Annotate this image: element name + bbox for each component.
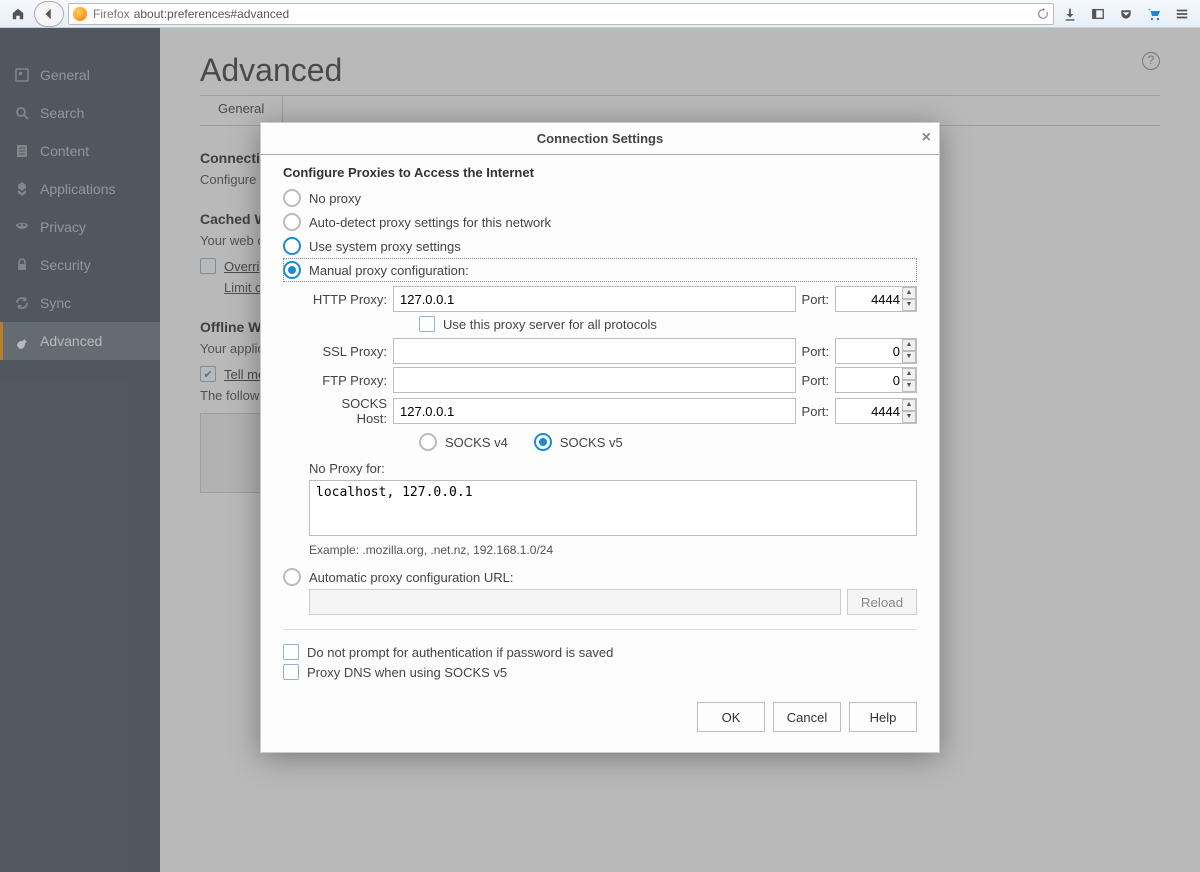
radio-manual[interactable]: Manual proxy configuration:	[283, 258, 917, 282]
modal-title: Connection Settings	[537, 131, 663, 146]
proxy-dns-checkbox[interactable]	[283, 664, 299, 680]
reload-button: Reload	[847, 589, 917, 615]
close-icon[interactable]: ×	[922, 129, 931, 147]
spinner-icon[interactable]: ▲▼	[902, 287, 916, 311]
radio-icon	[283, 237, 301, 255]
socks4-label: SOCKS v4	[445, 435, 508, 450]
ok-button[interactable]: OK	[697, 702, 765, 732]
use-all-label: Use this proxy server for all protocols	[443, 317, 657, 332]
radio-icon	[283, 189, 301, 207]
modal-overlay: Connection Settings × Configure Proxies …	[0, 28, 1200, 872]
radio-no-proxy[interactable]: No proxy	[283, 186, 917, 210]
radio-icon	[283, 261, 301, 279]
port-label: Port:	[802, 292, 829, 307]
proxy-grid: HTTP Proxy: Port: ▲▼ Use this proxy serv…	[309, 286, 917, 459]
radio-label: Manual proxy configuration:	[309, 263, 469, 278]
spinner-icon[interactable]: ▲▼	[902, 399, 916, 423]
no-prompt-checkbox[interactable]	[283, 644, 299, 660]
use-all-checkbox[interactable]	[419, 316, 435, 332]
radio-system[interactable]: Use system proxy settings	[283, 234, 917, 258]
socks5-label: SOCKS v5	[560, 435, 623, 450]
modal-section-title: Configure Proxies to Access the Internet	[283, 165, 917, 180]
menu-icon[interactable]	[1170, 3, 1194, 25]
ssl-proxy-input[interactable]	[393, 338, 796, 364]
no-prompt-label: Do not prompt for authentication if pass…	[307, 645, 613, 660]
help-button[interactable]: Help	[849, 702, 917, 732]
port-label: Port:	[802, 344, 829, 359]
ftp-proxy-input[interactable]	[393, 367, 796, 393]
ssl-proxy-label: SSL Proxy:	[309, 344, 387, 359]
port-label: Port:	[802, 404, 829, 419]
spinner-icon[interactable]: ▲▼	[902, 339, 916, 363]
spinner-icon[interactable]: ▲▼	[902, 368, 916, 392]
proxy-dns-label: Proxy DNS when using SOCKS v5	[307, 665, 507, 680]
modal-header: Connection Settings ×	[261, 123, 939, 155]
radio-auto-url[interactable]: Automatic proxy configuration URL:	[283, 565, 917, 589]
radio-auto-detect[interactable]: Auto-detect proxy settings for this netw…	[283, 210, 917, 234]
auto-url-input	[309, 589, 841, 615]
url-text: about:preferences#advanced	[134, 7, 1037, 21]
http-proxy-label: HTTP Proxy:	[309, 292, 387, 307]
port-label: Port:	[802, 373, 829, 388]
http-proxy-input[interactable]	[393, 286, 796, 312]
back-button[interactable]	[34, 1, 64, 27]
no-proxy-example: Example: .mozilla.org, .net.nz, 192.168.…	[309, 539, 917, 565]
socks-host-input[interactable]	[393, 398, 796, 424]
no-proxy-textarea[interactable]	[309, 480, 917, 536]
url-bar[interactable]: Firefox about:preferences#advanced	[68, 3, 1054, 25]
radio-label: Use system proxy settings	[309, 239, 461, 254]
firefox-icon	[73, 7, 87, 21]
ftp-proxy-label: FTP Proxy:	[309, 373, 387, 388]
radio-icon	[283, 213, 301, 231]
radio-label: Automatic proxy configuration URL:	[309, 570, 513, 585]
connection-settings-dialog: Connection Settings × Configure Proxies …	[260, 122, 940, 753]
no-proxy-label: No Proxy for:	[309, 461, 917, 476]
pocket-icon[interactable]	[1114, 3, 1138, 25]
downloads-icon[interactable]	[1058, 3, 1082, 25]
cancel-button[interactable]: Cancel	[773, 702, 841, 732]
cart-icon[interactable]	[1142, 3, 1166, 25]
reload-icon[interactable]	[1037, 8, 1049, 20]
radio-socks5[interactable]	[534, 433, 552, 451]
radio-label: Auto-detect proxy settings for this netw…	[309, 215, 551, 230]
sidebar-icon[interactable]	[1086, 3, 1110, 25]
radio-icon	[283, 568, 301, 586]
modal-footer: OK Cancel Help	[261, 688, 939, 752]
url-brand: Firefox	[93, 7, 130, 21]
home-icon[interactable]	[6, 3, 30, 25]
socks-host-label: SOCKS Host:	[309, 396, 387, 426]
browser-chrome: Firefox about:preferences#advanced	[0, 0, 1200, 28]
radio-label: No proxy	[309, 191, 361, 206]
radio-socks4[interactable]	[419, 433, 437, 451]
